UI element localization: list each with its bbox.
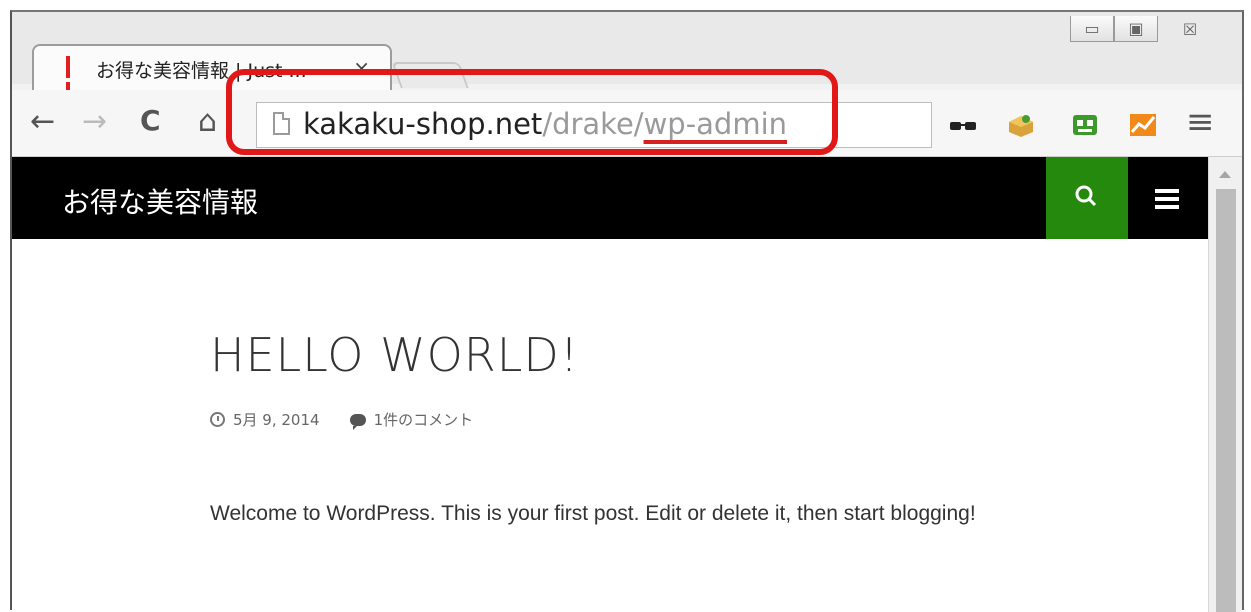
window-controls: ▭ ▣ ☒ bbox=[1070, 16, 1222, 42]
post-body: Welcome to WordPress. This is your first… bbox=[210, 502, 976, 525]
analytics-extension-icon[interactable] bbox=[1128, 112, 1158, 138]
favicon-icon bbox=[66, 56, 80, 104]
menu-button[interactable] bbox=[1128, 157, 1208, 239]
scroll-thumb[interactable] bbox=[1216, 189, 1236, 612]
post-title[interactable]: HELLO WORLD! bbox=[210, 328, 579, 382]
minimize-button[interactable]: ▭ bbox=[1070, 16, 1114, 42]
post-meta: 5月 9, 2014 1件のコメント bbox=[210, 409, 473, 430]
box-extension-icon[interactable] bbox=[1006, 112, 1036, 138]
back-button[interactable]: ← bbox=[30, 104, 55, 139]
site-title[interactable]: お得な美容情報 bbox=[62, 181, 258, 221]
page-content: HELLO WORLD! 5月 9, 2014 1件のコメント Welcome … bbox=[12, 239, 1208, 612]
scroll-up-icon[interactable] bbox=[1219, 171, 1231, 178]
scrollbar[interactable] bbox=[1208, 157, 1242, 612]
clock-icon bbox=[210, 412, 225, 427]
site-header: お得な美容情報 bbox=[12, 157, 1208, 239]
home-button[interactable]: ⌂ bbox=[198, 104, 217, 139]
glasses-extension-icon[interactable] bbox=[948, 112, 978, 138]
search-icon bbox=[1075, 185, 1097, 207]
robot-extension-icon[interactable] bbox=[1070, 112, 1100, 138]
maximize-button[interactable]: ▣ bbox=[1114, 16, 1158, 42]
reload-button[interactable]: C bbox=[140, 104, 161, 137]
comment-link[interactable]: 1件のコメント bbox=[374, 409, 474, 430]
forward-button[interactable]: → bbox=[82, 104, 107, 139]
comment-icon bbox=[349, 413, 366, 430]
post-date[interactable]: 5月 9, 2014 bbox=[233, 409, 320, 430]
browser-menu-icon[interactable]: ≡ bbox=[1186, 102, 1215, 142]
search-button[interactable] bbox=[1046, 157, 1128, 239]
url-highlight-box bbox=[226, 69, 838, 155]
close-window-button[interactable]: ☒ bbox=[1158, 16, 1222, 42]
